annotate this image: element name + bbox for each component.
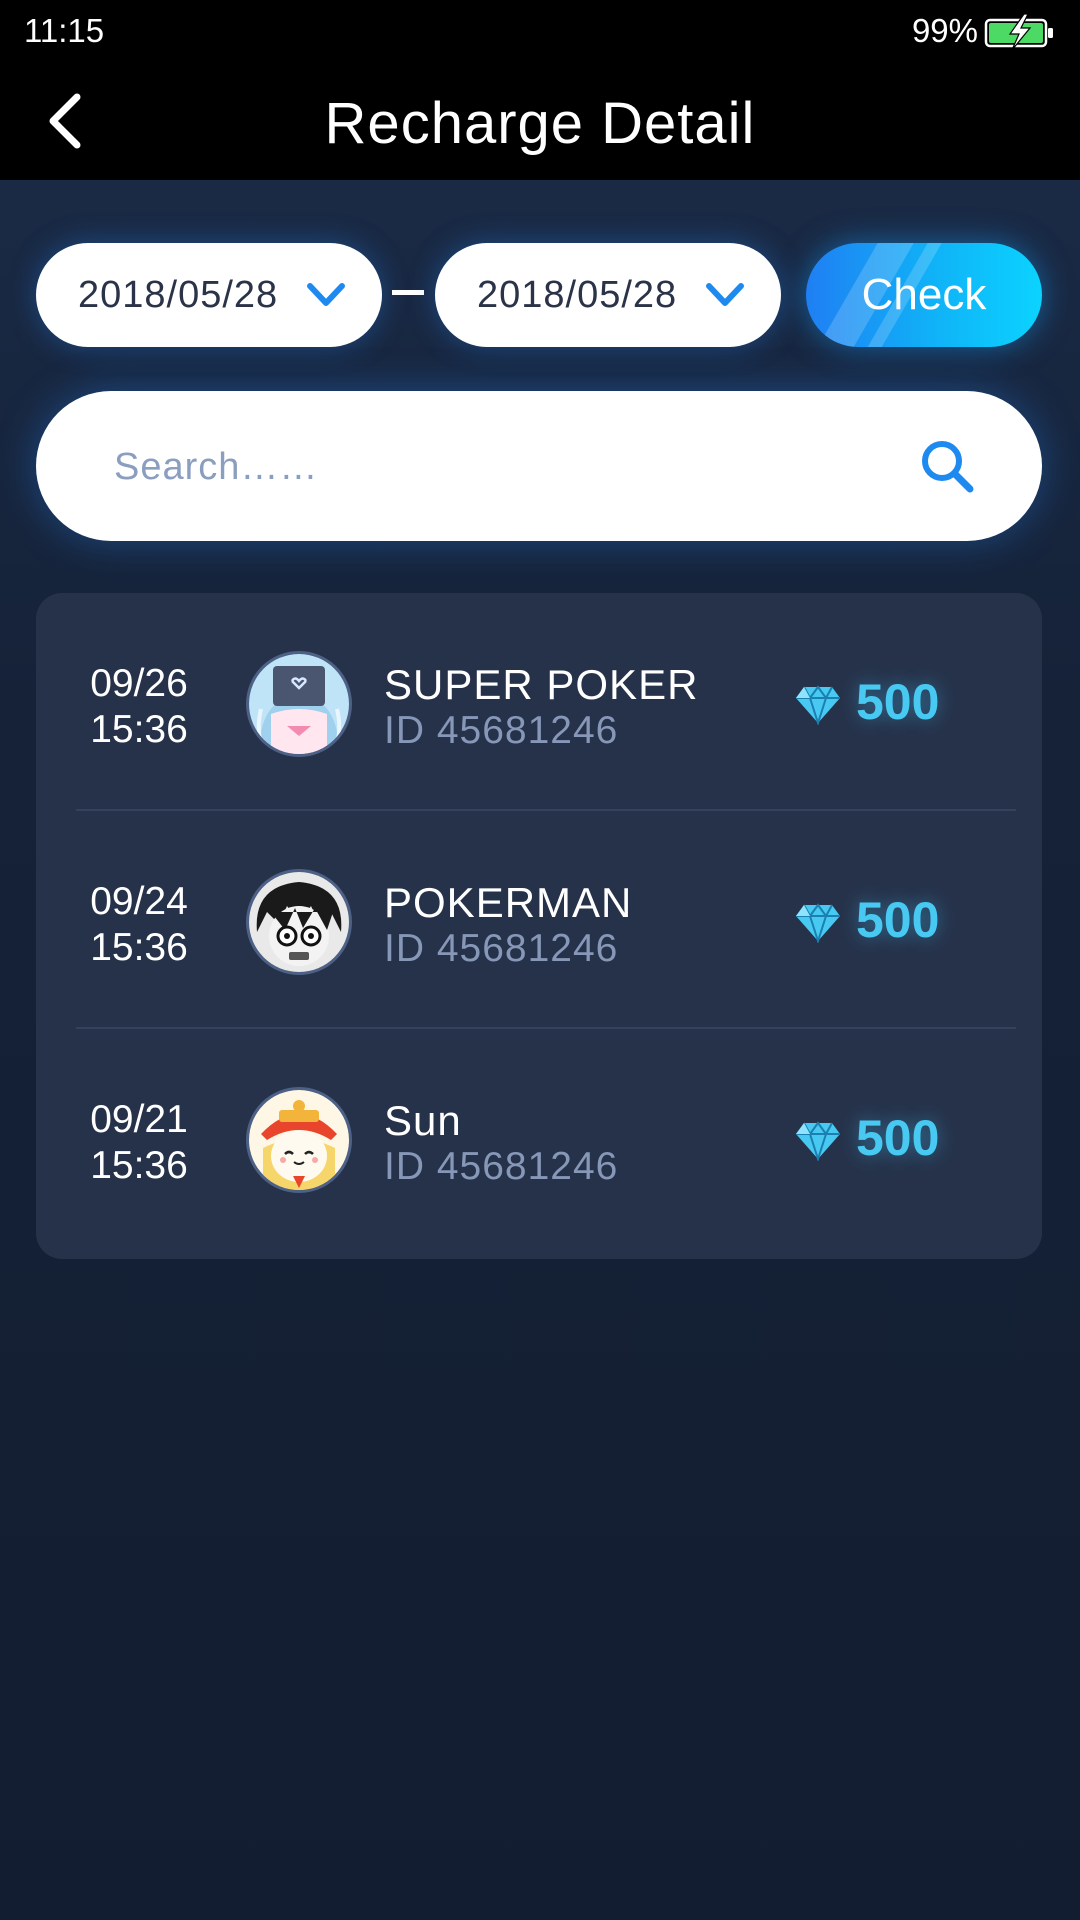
check-button[interactable]: Check: [806, 243, 1042, 347]
search-bar: [36, 391, 1042, 541]
record-date: 09/26: [90, 662, 188, 705]
avatar: [246, 869, 352, 975]
date-range-separator: [392, 290, 424, 295]
battery-charging-icon: [984, 13, 1053, 51]
avatar: [246, 651, 352, 757]
record-date: 09/21: [90, 1098, 188, 1141]
diamond-icon: [796, 903, 840, 943]
monk-cat-avatar: [249, 1090, 349, 1190]
user-name: SUPER POKER: [384, 661, 699, 708]
avatar: [246, 1087, 352, 1193]
navigation-bar: Recharge Detail: [0, 62, 1080, 180]
end-date-picker[interactable]: 2018/05/28: [435, 243, 781, 347]
shocked-boy-avatar: [249, 872, 349, 972]
main-content: 2018/05/28 2018/05/28 Check 09/26 15:36: [0, 180, 1080, 1920]
battery-percentage: 99%: [911, 12, 978, 49]
list-item[interactable]: 09/24 15:36 POKERMAN ID 45681246 500: [36, 811, 1042, 1029]
end-date-value: 2018/05/28: [477, 273, 678, 316]
list-item[interactable]: 09/21 15:36 Sun ID 45681246 500: [36, 1029, 1042, 1247]
record-datetime: 09/21 15:36: [74, 1097, 204, 1189]
start-date-value: 2018/05/28: [78, 273, 279, 316]
user-name: POKERMAN: [384, 879, 633, 926]
diamond-amount: 500: [856, 1110, 940, 1166]
status-bar: 11:15 99%: [0, 0, 1080, 62]
user-id: ID 45681246: [384, 1145, 619, 1188]
start-date-picker[interactable]: 2018/05/28: [36, 243, 382, 347]
record-time: 15:36: [90, 708, 188, 751]
record-datetime: 09/24 15:36: [74, 879, 204, 971]
page-title: Recharge Detail: [324, 91, 756, 156]
check-button-label: Check: [861, 270, 987, 319]
user-name: Sun: [384, 1097, 462, 1144]
recharge-record-list: 09/26 15:36 SUPER POKER ID 45681246 500 …: [36, 593, 1042, 1259]
record-date: 09/24: [90, 880, 188, 923]
chevron-down-icon: [307, 283, 345, 306]
user-id: ID 45681246: [384, 709, 619, 752]
chevron-down-icon: [706, 283, 744, 306]
search-input[interactable]: [114, 439, 874, 495]
diamond-icon: [796, 1121, 840, 1161]
record-time: 15:36: [90, 926, 188, 969]
diamond-amount: 500: [856, 892, 940, 948]
user-id: ID 45681246: [384, 927, 619, 970]
record-datetime: 09/26 15:36: [74, 661, 204, 753]
anime-girl-avatar: [249, 654, 349, 754]
diamond-amount: 500: [856, 674, 940, 730]
record-time: 15:36: [90, 1144, 188, 1187]
search-icon[interactable]: [918, 437, 976, 495]
status-time: 11:15: [24, 12, 105, 49]
list-item[interactable]: 09/26 15:36 SUPER POKER ID 45681246 500: [36, 593, 1042, 811]
diamond-icon: [796, 685, 840, 725]
